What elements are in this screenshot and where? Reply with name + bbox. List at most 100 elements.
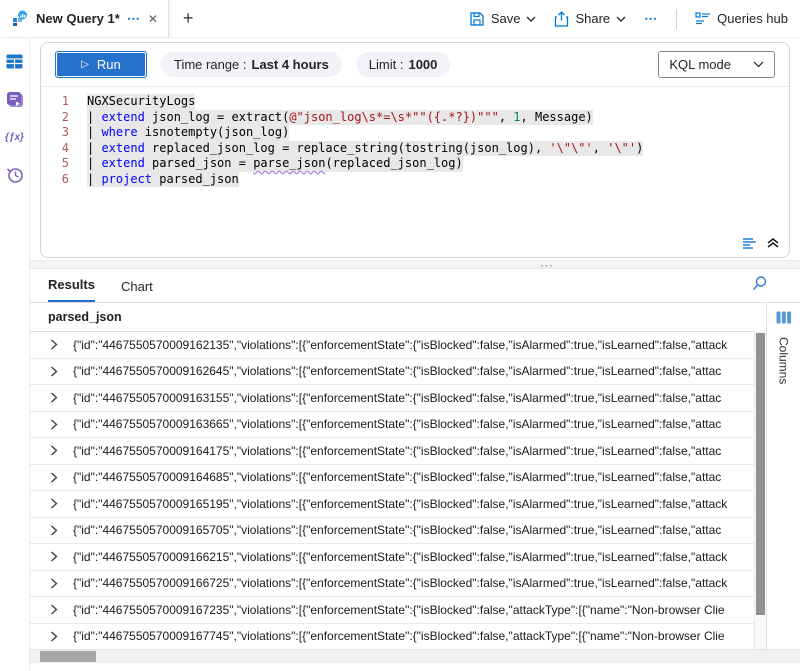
vertical-scrollbar[interactable] bbox=[754, 332, 766, 649]
code-line-text: | project parsed_json bbox=[87, 172, 239, 188]
line-number: 3 bbox=[41, 125, 69, 141]
horizontal-scrollbar-thumb[interactable] bbox=[40, 651, 96, 662]
row-expand-chevron-icon[interactable] bbox=[50, 445, 60, 456]
code-line-text: NGXSecurityLogs bbox=[87, 94, 195, 110]
table-row[interactable]: {"id":"4467550570009166725","violations"… bbox=[30, 571, 754, 598]
row-json-value: {"id":"4467550570009163155","violations"… bbox=[73, 391, 754, 405]
row-expand-chevron-icon[interactable] bbox=[50, 366, 60, 377]
row-expand-chevron-icon[interactable] bbox=[50, 604, 60, 615]
table-row[interactable]: {"id":"4467550570009162645","violations"… bbox=[30, 359, 754, 386]
code-line[interactable]: 6 | project parsed_json bbox=[41, 172, 789, 188]
table-row[interactable]: {"id":"4467550570009163665","violations"… bbox=[30, 412, 754, 439]
row-expand-chevron-icon[interactable] bbox=[50, 472, 60, 483]
run-button[interactable]: ▷ Run bbox=[55, 51, 147, 78]
row-expand-chevron-icon[interactable] bbox=[50, 525, 60, 536]
table-row[interactable]: {"id":"4467550570009167745","violations"… bbox=[30, 624, 754, 650]
queries-hub-button[interactable]: Queries hub bbox=[695, 11, 788, 26]
tab-results[interactable]: Results bbox=[48, 277, 95, 302]
code-editor[interactable]: 1NGXSecurityLogs2| extend json_log = ext… bbox=[41, 87, 789, 233]
save-chevron-icon bbox=[526, 16, 536, 22]
results-grid: {"id":"4467550570009162135","violations"… bbox=[30, 332, 754, 649]
row-expand-chevron-icon[interactable] bbox=[50, 339, 60, 350]
table-row[interactable]: {"id":"4467550570009164175","violations"… bbox=[30, 438, 754, 465]
table-row[interactable]: {"id":"4467550570009164685","violations"… bbox=[30, 465, 754, 492]
table-row[interactable]: {"id":"4467550570009162135","violations"… bbox=[30, 332, 754, 359]
collapse-editor-icon[interactable] bbox=[767, 238, 779, 248]
panel-splitter[interactable]: ⋯ bbox=[30, 260, 800, 269]
line-number: 6 bbox=[41, 172, 69, 188]
left-rail: {ƒx} bbox=[0, 38, 30, 671]
row-expand-chevron-icon[interactable] bbox=[50, 419, 60, 430]
tab-title: New Query 1* bbox=[36, 11, 120, 26]
topbar-spacer bbox=[207, 0, 468, 37]
row-expand-chevron-icon[interactable] bbox=[50, 631, 60, 642]
tab-chart[interactable]: Chart bbox=[121, 279, 153, 302]
functions-icon[interactable]: {ƒx} bbox=[6, 128, 24, 146]
code-line[interactable]: 2| extend json_log = extract(@"json_log\… bbox=[41, 110, 789, 126]
query-tab[interactable]: New Query 1* ⋯ ✕ bbox=[0, 0, 169, 37]
table-row[interactable]: {"id":"4467550570009165705","violations"… bbox=[30, 518, 754, 545]
limit-pill[interactable]: Limit : 1000 bbox=[356, 52, 451, 77]
code-line[interactable]: 1NGXSecurityLogs bbox=[41, 94, 789, 110]
share-icon bbox=[554, 11, 569, 27]
table-row[interactable]: {"id":"4467550570009167235","violations"… bbox=[30, 597, 754, 624]
run-label: Run bbox=[97, 57, 121, 72]
columns-icon[interactable] bbox=[776, 311, 792, 329]
row-expand-chevron-icon[interactable] bbox=[50, 551, 60, 562]
topbar-actions: Save Share ⋯ Queries hub bbox=[469, 0, 800, 37]
time-range-value: Last 4 hours bbox=[252, 57, 329, 72]
saved-queries-icon[interactable] bbox=[6, 90, 24, 108]
row-json-value: {"id":"4467550570009163665","violations"… bbox=[73, 417, 754, 431]
code-line-text: | where isnotempty(json_log) bbox=[87, 125, 289, 141]
column-header-parsed-json[interactable]: parsed_json bbox=[30, 303, 754, 332]
line-number: 2 bbox=[41, 110, 69, 126]
results-layout-icon[interactable] bbox=[742, 237, 757, 249]
table-row[interactable]: {"id":"4467550570009166215","violations"… bbox=[30, 544, 754, 571]
code-line[interactable]: 3 | where isnotempty(json_log) bbox=[41, 125, 789, 141]
kql-mode-select[interactable]: KQL mode bbox=[658, 51, 775, 78]
columns-side-panel: Columns bbox=[766, 303, 800, 649]
topbar-divider bbox=[676, 9, 677, 29]
share-chevron-icon bbox=[616, 16, 626, 22]
row-json-value: {"id":"4467550570009164685","violations"… bbox=[73, 470, 754, 484]
table-row[interactable]: {"id":"4467550570009165195","violations"… bbox=[30, 491, 754, 518]
row-json-value: {"id":"4467550570009162135","violations"… bbox=[73, 338, 754, 352]
line-number: 4 bbox=[41, 141, 69, 157]
limit-value: 1000 bbox=[408, 57, 437, 72]
share-button[interactable]: Share bbox=[554, 11, 626, 27]
query-toolbar: ▷ Run Time range : Last 4 hours Limit : … bbox=[41, 43, 789, 87]
vertical-scrollbar-thumb[interactable] bbox=[756, 333, 765, 615]
search-icon[interactable] bbox=[752, 275, 768, 296]
history-icon[interactable] bbox=[6, 166, 24, 184]
kql-mode-chevron-icon bbox=[753, 61, 764, 68]
code-line-text: | extend parsed_json = parse_json(replac… bbox=[87, 156, 463, 172]
horizontal-scrollbar[interactable] bbox=[30, 649, 800, 663]
row-json-value: {"id":"4467550570009165195","violations"… bbox=[73, 497, 754, 511]
row-json-value: {"id":"4467550570009166215","violations"… bbox=[73, 550, 754, 564]
editor-footer bbox=[41, 233, 789, 257]
save-button[interactable]: Save bbox=[469, 11, 537, 27]
time-range-pill[interactable]: Time range : Last 4 hours bbox=[161, 52, 342, 77]
line-number: 5 bbox=[41, 156, 69, 172]
new-tab-button[interactable]: + bbox=[169, 0, 208, 37]
save-label: Save bbox=[491, 11, 521, 26]
main-panel: ▷ Run Time range : Last 4 hours Limit : … bbox=[30, 38, 800, 671]
run-icon: ▷ bbox=[81, 59, 89, 70]
row-expand-chevron-icon[interactable] bbox=[50, 392, 60, 403]
results-panel: Results Chart parsed_json {"id":"4467550… bbox=[30, 269, 800, 671]
limit-label: Limit : bbox=[369, 57, 404, 72]
code-line[interactable]: 5 | extend parsed_json = parse_json(repla… bbox=[41, 156, 789, 172]
tab-close-icon[interactable]: ✕ bbox=[148, 12, 158, 26]
row-json-value: {"id":"4467550570009166725","violations"… bbox=[73, 576, 754, 590]
columns-panel-label[interactable]: Columns bbox=[777, 337, 791, 384]
more-actions-button[interactable]: ⋯ bbox=[644, 11, 658, 27]
row-expand-chevron-icon[interactable] bbox=[50, 498, 60, 509]
tab-more-icon[interactable]: ⋯ bbox=[127, 11, 141, 27]
tables-icon[interactable] bbox=[6, 52, 24, 70]
query-editor-card: ▷ Run Time range : Last 4 hours Limit : … bbox=[40, 42, 790, 258]
adx-logo-icon bbox=[12, 10, 29, 27]
save-icon bbox=[469, 11, 485, 27]
table-row[interactable]: {"id":"4467550570009163155","violations"… bbox=[30, 385, 754, 412]
row-expand-chevron-icon[interactable] bbox=[50, 578, 60, 589]
code-line[interactable]: 4| extend replaced_json_log = replace_st… bbox=[41, 141, 789, 157]
